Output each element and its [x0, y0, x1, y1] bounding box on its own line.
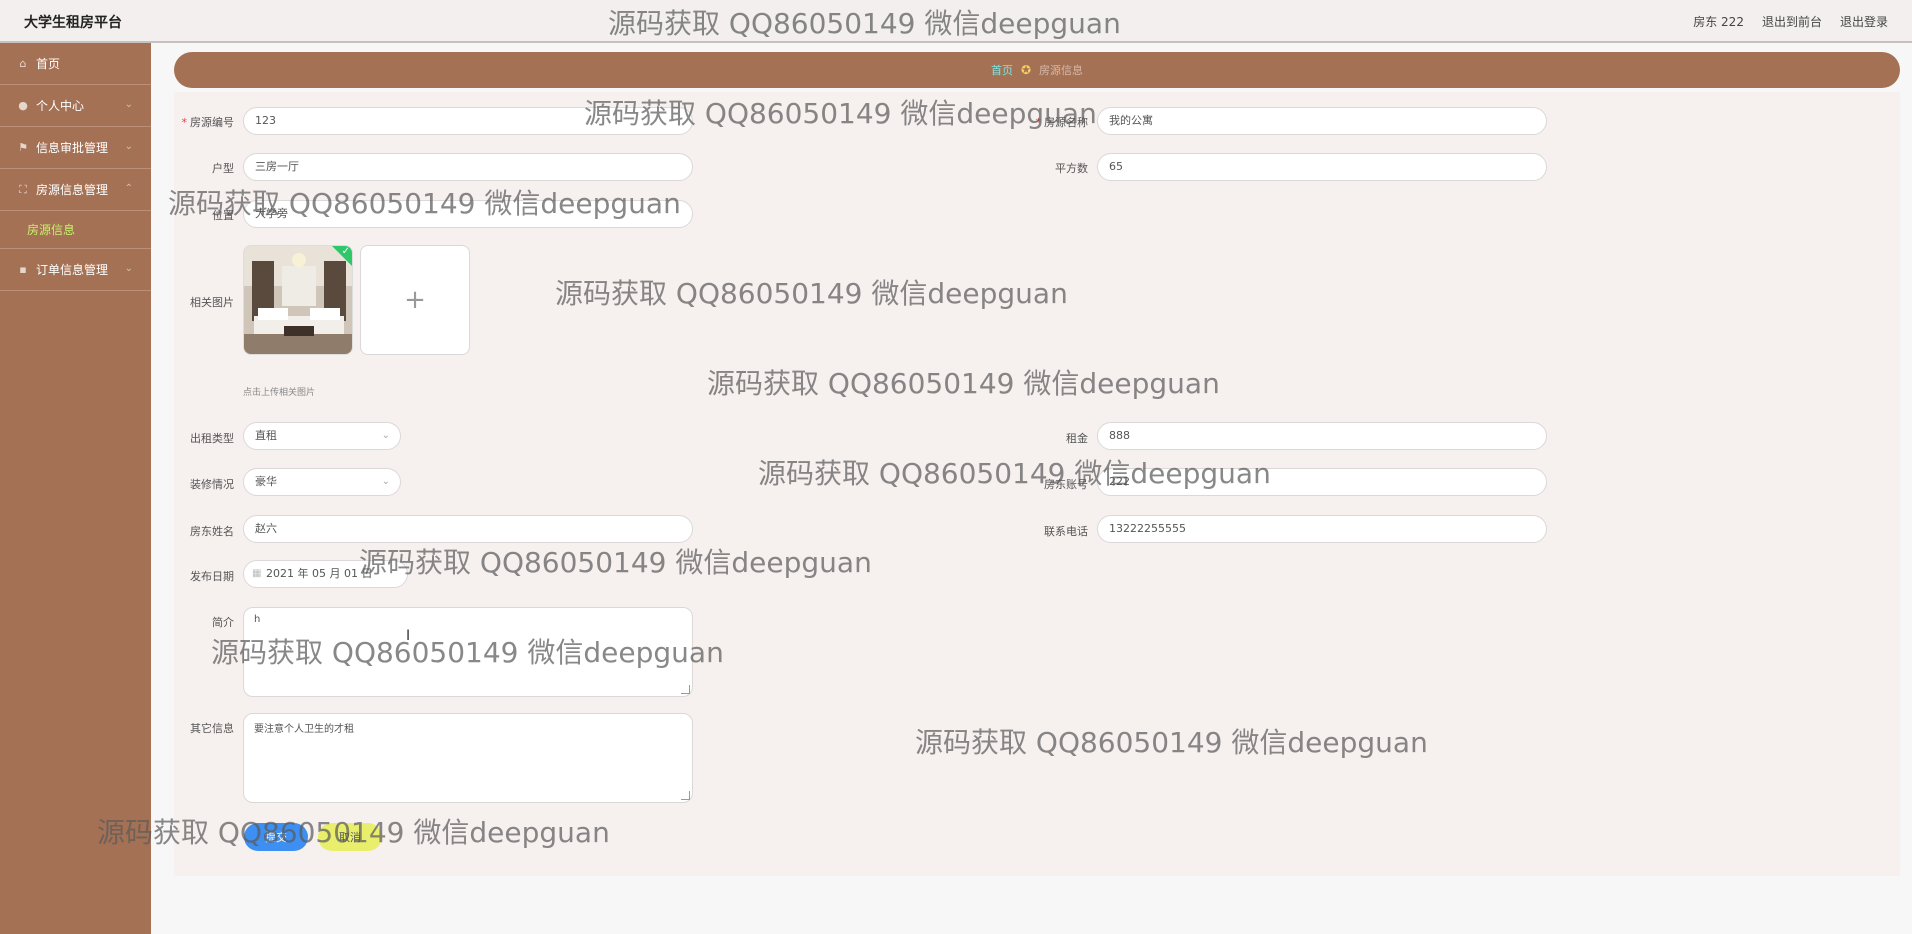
user-label: 房东 222: [1693, 15, 1744, 29]
layout-input[interactable]: 三房一厅: [243, 153, 693, 181]
decoration-label: 装修情况: [190, 478, 234, 491]
images-label: 相关图片: [190, 296, 234, 309]
chevron-down-icon: ⌄: [124, 141, 133, 152]
chevron-down-icon: ⌄: [124, 99, 133, 110]
location-input[interactable]: 大学旁: [243, 200, 693, 228]
chevron-down-icon: ⌄: [124, 263, 133, 274]
landlord-account-input[interactable]: 222: [1097, 468, 1547, 496]
layout-label: 户型: [212, 162, 234, 175]
image-upload-button[interactable]: +: [360, 245, 470, 355]
publish-date-label: 发布日期: [190, 570, 234, 583]
frame-icon: ⛶: [19, 182, 27, 196]
chevron-down-icon: ⌄: [381, 430, 390, 441]
sidebar-item-order-mgmt[interactable]: ▪ 订单信息管理 ⌄: [0, 249, 151, 291]
breadcrumb-current: 房源信息: [1039, 64, 1084, 77]
sidebar-item-label: 房源信息管理: [36, 183, 109, 197]
other-info-label: 其它信息: [190, 722, 234, 735]
sidebar-item-label: 个人中心: [36, 99, 85, 113]
house-name-input[interactable]: 我的公寓: [1097, 107, 1547, 135]
sidebar-item-label: 订单信息管理: [36, 263, 109, 277]
breadcrumb-home[interactable]: 首页: [991, 62, 1013, 78]
chat-icon: ▪: [19, 263, 27, 276]
user-icon: ●: [18, 99, 28, 112]
house-image-thumbnail[interactable]: ✓: [243, 245, 353, 355]
star-icon: ✪: [1020, 63, 1032, 77]
other-info-value: 要注意个人卫生的才租: [254, 724, 354, 735]
text-cursor-icon: I: [406, 628, 411, 644]
house-name-label: * 房源名称: [1035, 116, 1089, 129]
sidebar-item-label: 首页: [36, 57, 61, 71]
area-label: 平方数: [1055, 162, 1088, 175]
phone-input[interactable]: 13222255555: [1097, 515, 1547, 543]
landlord-account-label: 房东账号: [1044, 478, 1088, 491]
intro-textarea[interactable]: h: [243, 607, 693, 697]
to-front-link[interactable]: 退出到前台: [1762, 13, 1822, 30]
publish-date-picker[interactable]: ▦ 2021 年 05 月 01 日: [243, 560, 408, 588]
landlord-name-input[interactable]: 赵六: [243, 515, 693, 543]
upload-tip: 点击上传相关图片: [243, 388, 316, 398]
chevron-up-icon: ⌃: [124, 183, 133, 194]
sidebar-item-home[interactable]: ⌂ 首页: [0, 43, 151, 85]
submit-button[interactable]: 提交: [244, 823, 308, 851]
home-icon: ⌂: [19, 57, 27, 70]
resize-handle[interactable]: [681, 685, 690, 694]
rent-type-value: 直租: [255, 429, 277, 442]
sidebar-item-label: 信息审批管理: [36, 141, 109, 155]
plus-icon: +: [404, 285, 426, 315]
phone-label: 联系电话: [1044, 525, 1088, 538]
rent-type-select[interactable]: 直租 ⌄: [243, 422, 401, 450]
decoration-value: 豪华: [255, 475, 277, 488]
intro-value: h: [254, 614, 261, 625]
rent-label: 租金: [1066, 432, 1088, 445]
app-title: 大学生租房平台: [24, 15, 122, 31]
location-label: 位置: [212, 209, 234, 222]
house-no-input[interactable]: 123: [243, 107, 693, 135]
resize-handle[interactable]: [681, 791, 690, 800]
chevron-down-icon: ⌄: [381, 476, 390, 487]
top-bar: 大学生租房平台 房东 222 退出到前台 退出登录: [0, 0, 1912, 43]
intro-label: 简介: [212, 616, 234, 629]
landlord-name-label: 房东姓名: [190, 525, 234, 538]
decoration-select[interactable]: 豪华 ⌄: [243, 468, 401, 496]
cancel-button[interactable]: 取消: [318, 823, 382, 851]
area-input[interactable]: 65: [1097, 153, 1547, 181]
flag-icon: ⚑: [18, 141, 28, 154]
calendar-icon: ▦: [252, 568, 262, 579]
rent-input[interactable]: 888: [1097, 422, 1547, 450]
check-icon: ✓: [341, 246, 350, 257]
breadcrumb: 首页 ✪ 房源信息: [174, 52, 1900, 88]
rent-type-label: 出租类型: [190, 432, 234, 445]
house-no-label: * 房源编号: [181, 116, 235, 129]
logout-link[interactable]: 退出登录: [1840, 13, 1888, 30]
publish-date-value: 2021 年 05 月 01 日: [266, 567, 373, 580]
other-info-textarea[interactable]: 要注意个人卫生的才租: [243, 713, 693, 803]
top-right-menu: 房东 222 退出到前台 退出登录: [1693, 13, 1888, 30]
